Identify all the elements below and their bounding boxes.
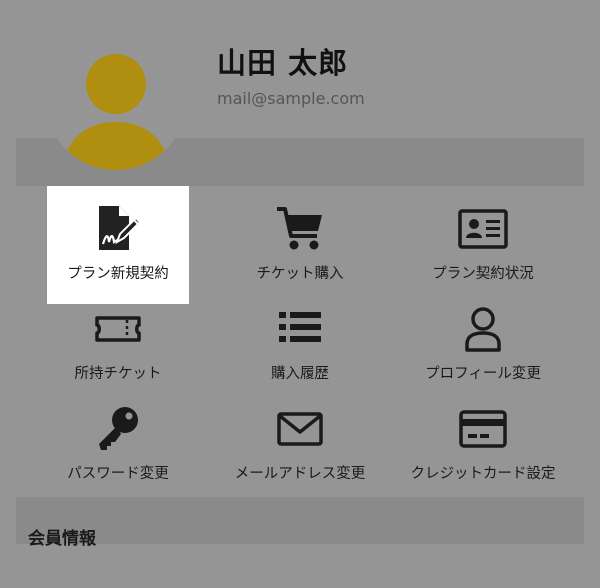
- user-icon: [465, 307, 501, 352]
- menu-item-email-change[interactable]: メールアドレス変更: [229, 386, 371, 504]
- user-name: 山田 太郎: [217, 46, 349, 80]
- contract-sign-icon: [99, 206, 142, 250]
- list-icon: [279, 312, 321, 342]
- menu-item-label: プロフィール変更: [425, 366, 541, 382]
- menu-item-label: プラン新規契約: [67, 266, 169, 282]
- credit-card-icon: [459, 410, 507, 448]
- key-icon: [99, 407, 138, 450]
- menu-item-label: 所持チケット: [74, 366, 162, 382]
- menu-item-label: パスワード変更: [67, 466, 169, 482]
- member-info-section-band: [16, 497, 584, 544]
- envelope-icon: [277, 412, 323, 446]
- user-email: mail@sample.com: [217, 89, 365, 108]
- menu-item-label: プラン契約状況: [432, 266, 534, 282]
- menu-item-label: メールアドレス変更: [234, 466, 366, 482]
- menu-item-label: 購入履歴: [271, 366, 329, 382]
- menu-item-label: クレジットカード設定: [410, 466, 556, 482]
- user-avatar-icon: [64, 54, 168, 170]
- ticket-icon: [95, 316, 141, 342]
- menu-item-label: チケット購入: [256, 266, 344, 282]
- shopping-cart-icon: [277, 207, 322, 250]
- member-info-section-title: 会員情報: [28, 529, 96, 549]
- menu-item-credit-card-settings[interactable]: クレジットカード設定: [411, 386, 556, 504]
- avatar: [45, 28, 187, 170]
- id-card-icon: [458, 209, 508, 249]
- menu-item-password-change[interactable]: パスワード変更: [47, 386, 189, 504]
